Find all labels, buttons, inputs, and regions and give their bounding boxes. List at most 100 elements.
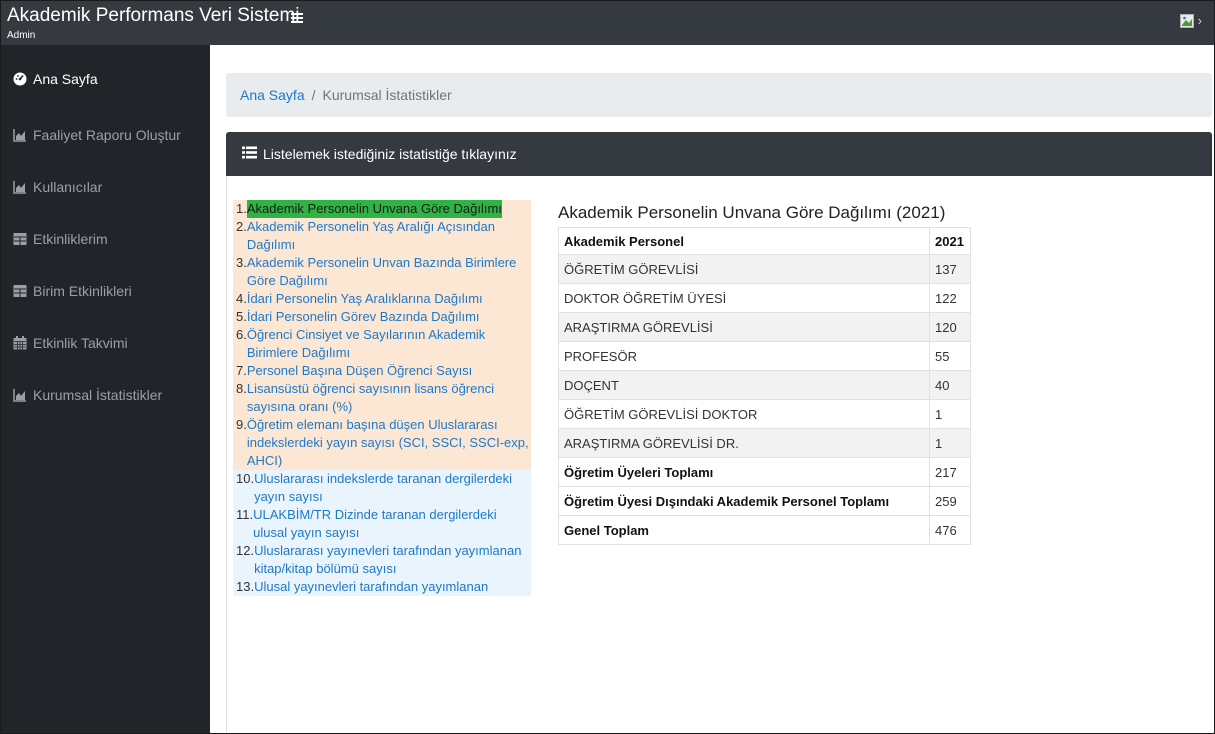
sidebar-item-label: Kurumsal İstatistikler: [33, 387, 163, 403]
table-cell: ARAŞTIRMA GÖREVLİSİ DR.: [558, 428, 930, 458]
list-item-link[interactable]: Öğretim elemanı başına düşen Uluslararas…: [247, 416, 531, 470]
table-cell: 137: [929, 254, 971, 284]
user-menu[interactable]: ›: [1179, 13, 1202, 28]
table-row: ARAŞTIRMA GÖREVLİSİ DR. 1: [558, 428, 971, 458]
list-item-link[interactable]: İdari Personelin Yaş Aralıklarına Dağılı…: [247, 290, 483, 308]
sidebar-item-label: Kullanıcılar: [33, 179, 103, 195]
table-icon: [13, 232, 27, 246]
breadcrumb-current: Kurumsal İstatistikler: [322, 87, 452, 103]
breadcrumb-separator: /: [311, 87, 316, 103]
table-cell: ARAŞTIRMA GÖREVLİSİ: [558, 312, 930, 342]
list-item-number: 5.: [236, 309, 247, 324]
list-item[interactable]: 11. ULAKBİM/TR Dizinde taranan dergilerde…: [233, 506, 531, 542]
list-item[interactable]: 4. İdari Personelin Yaş Aralıklarına Dağı…: [233, 290, 531, 308]
list-item[interactable]: 8. Lisansüstü öğrenci sayısının lisans öğ…: [233, 380, 531, 416]
list-item-link[interactable]: ULAKBİM/TR Dizinde taranan dergilerdeki …: [253, 506, 531, 542]
list-item-link[interactable]: Personel Başına Düşen Öğrenci Sayısı: [247, 362, 472, 380]
table-cell: 217: [929, 457, 971, 487]
list-item[interactable]: 5. İdari Personelin Görev Bazında Dağılım…: [233, 308, 531, 326]
list-item-number: 1.: [236, 201, 247, 216]
sidebar-item-label: Etkinliklerim: [33, 231, 108, 247]
list-item-number: 6.: [236, 327, 247, 342]
dashboard-icon: [13, 72, 27, 86]
list-icon: [242, 146, 257, 162]
table-title: Akademik Personelin Unvana Göre Dağılımı…: [558, 203, 946, 222]
table-row: ÖĞRETİM GÖREVLİSİ 137: [558, 254, 971, 284]
sidebar-item-label: Faaliyet Raporu Oluştur: [33, 127, 181, 143]
menu-toggle-icon[interactable]: [291, 13, 303, 23]
list-item-number: 12.: [236, 543, 255, 558]
list-item-link[interactable]: İdari Personelin Görev Bazında Dağılımı: [247, 308, 480, 326]
app-window: Akademik Performans Veri Sistemi Admin ›…: [0, 0, 1215, 734]
table-row: ÖĞRETİM GÖREVLİSİ DOKTOR 1: [558, 399, 971, 429]
list-item[interactable]: 10. Uluslararası indekslerde taranan derg…: [233, 470, 531, 506]
area-chart-icon: [13, 388, 27, 402]
table-cell: ÖĞRETİM GÖREVLİSİ: [558, 254, 930, 284]
table-row: DOKTOR ÖĞRETİM ÜYESİ 122: [558, 283, 971, 313]
list-item[interactable]: 13. Ulusal yayınevleri tarafından yayımla…: [233, 578, 531, 596]
area-chart-icon: [13, 128, 27, 142]
card-header: Listelemek istediğiniz istatistiğe tıkla…: [226, 132, 1212, 176]
table-row: Öğretim Üyeleri Toplamı 217: [558, 457, 971, 487]
list-item[interactable]: 1. Akademik Personelin Unvana Göre Dağılı…: [233, 200, 531, 218]
calendar-icon: [13, 336, 27, 350]
chevron-right-icon: ›: [1197, 13, 1202, 28]
table-cell: Öğretim Üyesi Dışındaki Akademik Persone…: [558, 486, 930, 516]
table-cell: 122: [929, 283, 971, 313]
list-item[interactable]: 12. Uluslararası yayınevleri tarafından y…: [233, 542, 531, 578]
list-item-number: 2.: [236, 219, 247, 234]
area-chart-icon: [13, 180, 27, 194]
app-title[interactable]: Akademik Performans Veri Sistemi: [7, 5, 300, 27]
sidebar-item-etkinliklerim[interactable]: Etkinliklerim: [13, 229, 108, 249]
broken-image-icon: [1179, 14, 1194, 28]
table-cell: Genel Toplam: [558, 515, 930, 545]
top-navbar: Akademik Performans Veri Sistemi Admin ›: [1, 1, 1214, 45]
list-item-link[interactable]: Ulusal yayınevleri tarafından yayımlanan: [254, 578, 488, 596]
list-item[interactable]: 2. Akademik Personelin Yaş Aralığı Açısın…: [233, 218, 531, 254]
list-item-link[interactable]: Akademik Personelin Unvana Göre Dağılımı: [246, 200, 502, 218]
table-cell: 1: [929, 399, 971, 429]
list-item-number: 4.: [236, 291, 247, 306]
table-cell: ÖĞRETİM GÖREVLİSİ DOKTOR: [558, 399, 930, 429]
list-item-number: 11.: [236, 507, 254, 522]
list-item[interactable]: 7. Personel Başına Düşen Öğrenci Sayısı: [233, 362, 531, 380]
list-item-link[interactable]: Akademik Personelin Yaş Aralığı Açısında…: [247, 218, 531, 254]
table-row: DOÇENT 40: [558, 370, 971, 400]
breadcrumb-home-link[interactable]: Ana Sayfa: [240, 87, 305, 103]
table-cell: 476: [929, 515, 971, 545]
breadcrumb: Ana Sayfa / Kurumsal İstatistikler: [226, 73, 1212, 117]
sidebar-item-label: Etkinlik Takvimi: [33, 335, 128, 351]
list-item[interactable]: 6. Öğrenci Cinsiyet ve Sayılarının Akadem…: [233, 326, 531, 362]
list-item-link[interactable]: Öğrenci Cinsiyet ve Sayılarının Akademik…: [247, 326, 531, 362]
table-cell: 1: [929, 428, 971, 458]
table-cell: PROFESÖR: [558, 341, 930, 371]
list-item-number: 10.: [236, 471, 255, 486]
sidebar: Ana Sayfa Faaliyet Raporu Oluştur Kullan…: [1, 45, 210, 733]
card-header-title: Listelemek istediğiniz istatistiğe tıkla…: [263, 146, 517, 162]
sidebar-item-etkinlik-takvimi[interactable]: Etkinlik Takvimi: [13, 333, 128, 353]
list-item[interactable]: 9. Öğretim elemanı başına düşen Uluslarar…: [233, 416, 531, 470]
sidebar-item-faaliyet-raporu[interactable]: Faaliyet Raporu Oluştur: [13, 125, 181, 145]
list-item-number: 7.: [236, 363, 247, 378]
table-cell: 55: [929, 341, 971, 371]
list-item-link[interactable]: Akademik Personelin Unvan Bazında Biriml…: [247, 254, 531, 290]
sidebar-item-birim-etkinlikleri[interactable]: Birim Etkinlikleri: [13, 281, 132, 301]
list-item-number: 8.: [236, 381, 247, 396]
list-item-link[interactable]: Uluslararası indekslerde taranan dergile…: [254, 470, 531, 506]
sidebar-item-ana-sayfa[interactable]: Ana Sayfa: [13, 69, 98, 89]
sidebar-item-kurumsal-istatistikler[interactable]: Kurumsal İstatistikler: [13, 385, 162, 405]
table-cell: DOÇENT: [558, 370, 930, 400]
table-row: ARAŞTIRMA GÖREVLİSİ 120: [558, 312, 971, 342]
sidebar-item-kullanicilar[interactable]: Kullanıcılar: [13, 177, 102, 197]
table-cell: 120: [929, 312, 971, 342]
table-icon: [13, 284, 27, 298]
table-header-row: Akademik Personel 2021: [558, 227, 971, 255]
table-row: Genel Toplam 476: [558, 515, 971, 545]
list-item-link[interactable]: Uluslararası yayınevleri tarafından yayı…: [254, 542, 531, 578]
table-cell: DOKTOR ÖĞRETİM ÜYESİ: [558, 283, 930, 313]
table-row: PROFESÖR 55: [558, 341, 971, 371]
table-row: Öğretim Üyesi Dışındaki Akademik Persone…: [558, 486, 971, 516]
list-item[interactable]: 3. Akademik Personelin Unvan Bazında Biri…: [233, 254, 531, 290]
table-cell: 259: [929, 486, 971, 516]
list-item-link[interactable]: Lisansüstü öğrenci sayısının lisans öğre…: [247, 380, 531, 416]
